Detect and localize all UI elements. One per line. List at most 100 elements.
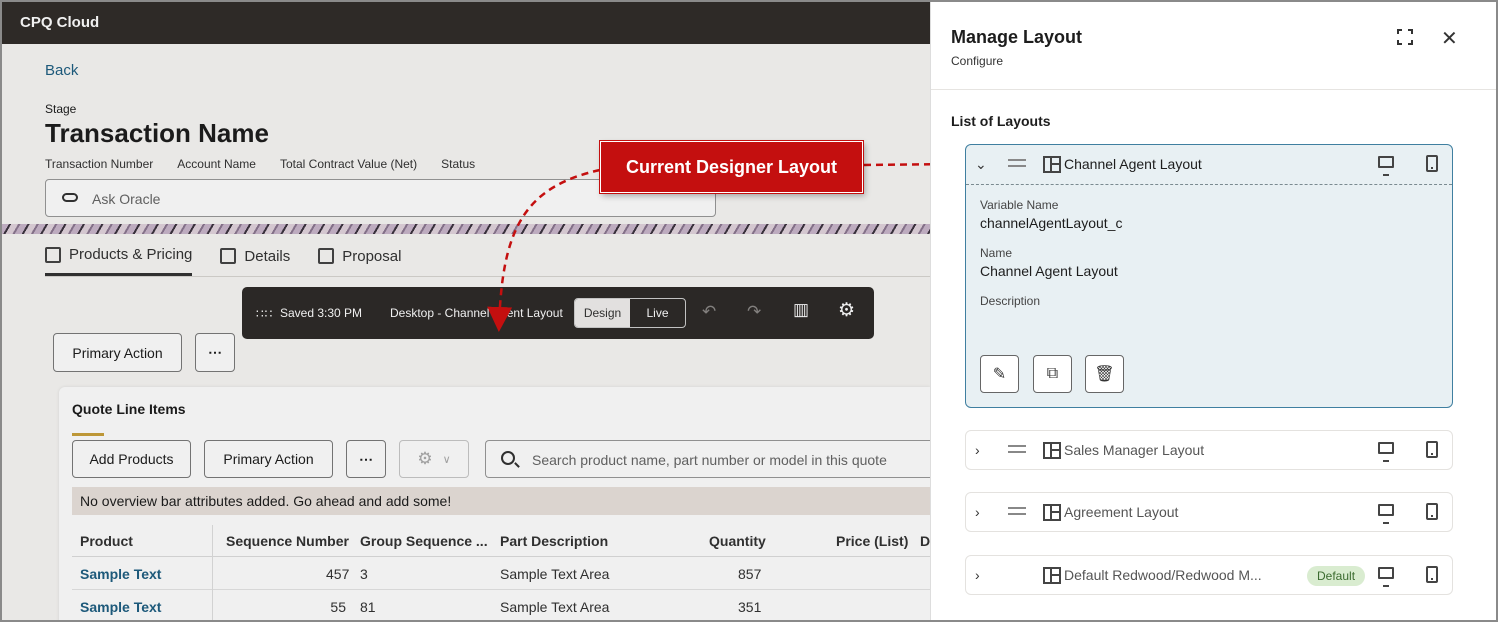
group-sequence: 3 [360, 566, 368, 582]
layout-item-channel-agent[interactable]: ⌄ Channel Agent Layout Variable Name cha… [965, 144, 1453, 408]
mobile-icon[interactable] [1426, 503, 1438, 520]
oracle-ring-icon [62, 193, 78, 202]
description-label: Description [980, 294, 1041, 308]
decorative-banner [2, 224, 930, 234]
sequence-number: 457 [326, 566, 350, 582]
group-sequence: 81 [360, 599, 376, 615]
design-mode-button[interactable]: Design [575, 299, 630, 327]
col-sequence-number[interactable]: Sequence Number [226, 533, 349, 549]
layout-panel-icon[interactable]: ▥ [793, 300, 809, 320]
desktop-icon[interactable] [1378, 442, 1394, 462]
col-product[interactable]: Product [80, 533, 133, 549]
layout-name: Sales Manager Layout [1064, 442, 1205, 458]
duplicate-layout-button[interactable]: ⧉ [1033, 355, 1072, 393]
tab-bar: Products & Pricing Details Proposal [45, 246, 401, 276]
chevron-down-icon[interactable]: ⌄ [975, 156, 987, 173]
drag-handle-icon[interactable] [1008, 507, 1026, 515]
layout-icon [1043, 156, 1061, 173]
quantity: 857 [738, 566, 762, 582]
screen: CPQ Cloud Back Stage Transaction Name Tr… [0, 0, 1498, 622]
current-layout-label: Desktop - Channel Agent Layout [390, 306, 563, 320]
quote-primary-action-button[interactable]: Primary Action [204, 440, 333, 478]
field-total-contract-value: Total Contract Value (Net) [279, 157, 418, 171]
chevron-right-icon[interactable]: › [975, 504, 980, 520]
edit-box-icon [220, 248, 237, 264]
tab-products-pricing[interactable]: Products & Pricing [45, 246, 193, 276]
name-value: Channel Agent Layout [980, 263, 1118, 279]
tab-label: Details [244, 247, 291, 265]
layout-icon [1043, 567, 1061, 584]
column-divider [212, 525, 213, 620]
chevron-down-icon: ∨ [442, 453, 451, 466]
stage-label: Stage [45, 102, 77, 116]
panel-subtitle: Configure [951, 54, 1004, 68]
drag-handle-icon[interactable]: ∷∷ [256, 307, 273, 321]
default-badge: Default [1307, 566, 1366, 586]
col-truncated[interactable]: D [920, 533, 930, 549]
sequence-number: 55 [330, 599, 346, 615]
desktop-icon[interactable] [1378, 156, 1394, 176]
primary-action-button[interactable]: Primary Action [53, 333, 182, 372]
page-title: Transaction Name [45, 118, 269, 148]
layout-name: Channel Agent Layout [1064, 156, 1202, 172]
overview-bar-message: No overview bar attributes added. Go ahe… [72, 487, 930, 515]
quote-more-button[interactable]: ⋯ [346, 440, 386, 478]
chevron-right-icon[interactable]: › [975, 442, 980, 458]
back-link[interactable]: Back [45, 62, 78, 79]
live-mode-button[interactable]: Live [630, 299, 685, 327]
undo-icon[interactable]: ↶ [702, 302, 716, 322]
layout-icon [1043, 504, 1061, 521]
add-products-button[interactable]: Add Products [72, 440, 191, 478]
part-description: Sample Text Area [500, 599, 610, 615]
tab-proposal[interactable]: Proposal [318, 246, 401, 276]
part-description: Sample Text Area [500, 566, 610, 582]
mobile-icon[interactable] [1426, 441, 1438, 458]
expand-icon[interactable] [1397, 29, 1413, 45]
field-transaction-number: Transaction Number [45, 157, 154, 171]
chevron-right-icon[interactable]: › [975, 567, 980, 583]
field-account-name: Account Name [177, 157, 256, 171]
delete-layout-button[interactable]: 🗑 [1085, 355, 1124, 393]
edit-layout-button[interactable]: ✎ [980, 355, 1019, 393]
mobile-icon[interactable] [1426, 566, 1438, 583]
settings-gear-icon[interactable]: ⚙ [838, 299, 855, 322]
tab-details[interactable]: Details [220, 246, 290, 276]
mode-toggle: Design Live [574, 298, 686, 328]
calculator-icon [45, 246, 61, 263]
desktop-icon[interactable] [1378, 504, 1394, 524]
layout-item-sales-manager[interactable]: › Sales Manager Layout [965, 430, 1453, 470]
panel-title: Manage Layout [951, 27, 1083, 47]
table-row: Sample Text 55 81 Sample Text Area 351 [72, 590, 930, 620]
quantity: 351 [738, 599, 762, 615]
product-link[interactable]: Sample Text [80, 599, 161, 615]
layout-item-default-redwood[interactable]: › Default Redwood/Redwood M... Default [965, 555, 1453, 595]
tab-label: Products & Pricing [69, 246, 193, 263]
col-price-list[interactable]: Price (List) [836, 533, 908, 549]
col-quantity[interactable]: Quantity [709, 533, 766, 549]
quote-line-items-title: Quote Line Items [72, 401, 186, 417]
annotation-callout: Current Designer Layout [600, 141, 863, 193]
layout-name: Agreement Layout [1064, 504, 1179, 520]
drag-handle-icon[interactable] [1008, 159, 1026, 167]
table-icon [318, 248, 335, 264]
desktop-icon[interactable] [1378, 567, 1394, 587]
trash-icon: 🗑 [1094, 366, 1115, 383]
mobile-icon[interactable] [1426, 155, 1438, 172]
search-icon [501, 451, 515, 465]
close-icon[interactable]: ✕ [1441, 26, 1458, 51]
layout-item-agreement[interactable]: › Agreement Layout [965, 492, 1453, 532]
col-group-sequence[interactable]: Group Sequence ... [360, 533, 488, 549]
col-part-description[interactable]: Part Description [500, 533, 608, 549]
designer-toolbar: ∷∷ Saved 3:30 PM Desktop - Channel Agent… [242, 287, 874, 339]
layout-item-header[interactable]: ⌄ Channel Agent Layout [966, 145, 1452, 185]
panel-divider [931, 89, 1496, 90]
drag-handle-icon[interactable] [1008, 445, 1026, 453]
saved-status: Saved 3:30 PM [280, 306, 363, 320]
redo-icon[interactable]: ↷ [747, 302, 761, 322]
quote-search-input[interactable]: Search product name, part number or mode… [485, 440, 930, 478]
variable-name-label: Variable Name [980, 198, 1059, 212]
product-link[interactable]: Sample Text [80, 566, 161, 582]
table-row: Sample Text 457 3 Sample Text Area 857 [72, 557, 930, 590]
more-actions-button[interactable]: ⋯ [195, 333, 235, 372]
column-settings-dropdown[interactable]: ⚙ ∨ [399, 440, 469, 478]
